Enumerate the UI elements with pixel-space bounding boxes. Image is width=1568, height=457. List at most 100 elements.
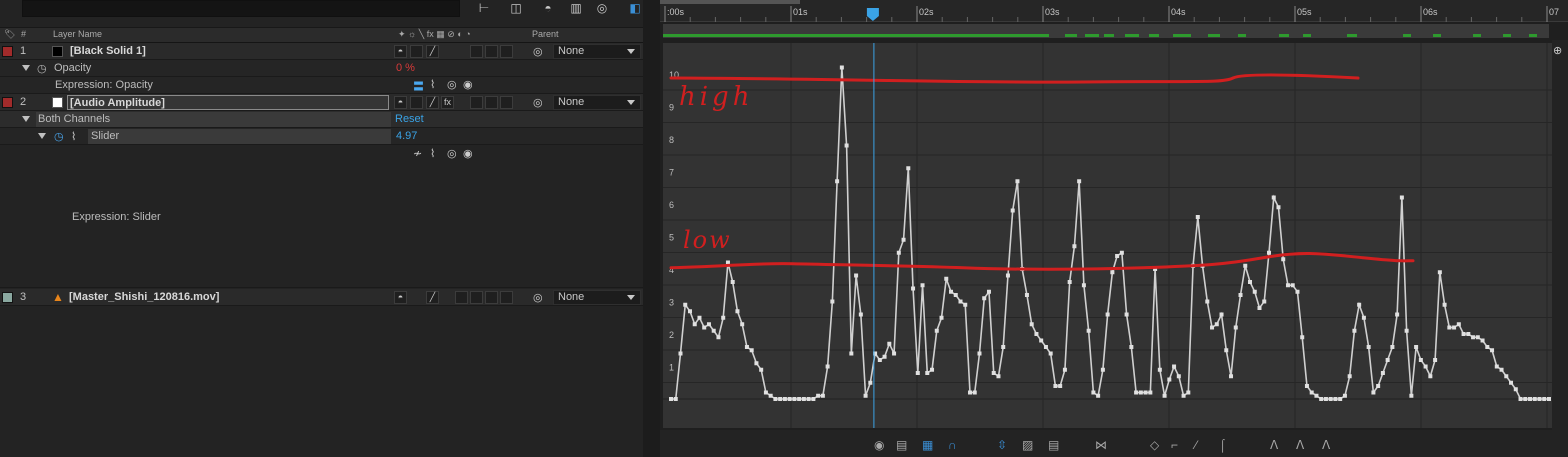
keyframe-point[interactable] <box>1295 289 1300 294</box>
keyframe-point[interactable] <box>1062 367 1067 372</box>
keyframe-point[interactable] <box>1542 397 1547 401</box>
keyframe-point[interactable] <box>1499 367 1504 372</box>
easy-ease-icon[interactable]: ᐱ <box>1270 438 1278 452</box>
keyframe-point[interactable] <box>839 65 844 70</box>
pickwhip-icon[interactable]: ◎ <box>447 78 457 91</box>
pickwhip-icon[interactable]: ◎ <box>533 96 543 109</box>
keyframe-point[interactable] <box>906 166 911 171</box>
keyframe-point[interactable] <box>1300 335 1305 340</box>
search-input[interactable] <box>22 0 460 17</box>
keyframe-point[interactable] <box>835 179 840 184</box>
keyframe-point[interactable] <box>877 358 882 362</box>
keyframe-point[interactable] <box>1532 397 1537 401</box>
shy-switch[interactable]: ◓ <box>394 45 407 58</box>
keyframe-point[interactable] <box>958 299 963 304</box>
3d-switch[interactable] <box>500 45 513 58</box>
pickwhip-icon[interactable]: ◎ <box>447 147 457 160</box>
layer-name-column-header[interactable]: Layer Name <box>53 29 102 39</box>
fit-all-icon[interactable]: ▨ <box>1022 438 1033 452</box>
label-color-swatch[interactable] <box>2 46 13 57</box>
keyframe-point[interactable] <box>1338 397 1343 401</box>
keyframe-point[interactable] <box>953 293 958 297</box>
keyframe-point[interactable] <box>1271 195 1276 200</box>
keyframe-point[interactable] <box>863 393 868 398</box>
keyframe-point[interactable] <box>901 237 906 242</box>
quality-switch[interactable]: ╱ <box>426 45 439 58</box>
keyframe-point[interactable] <box>820 393 825 398</box>
keyframe-point[interactable] <box>1347 374 1352 379</box>
keyframe-point[interactable] <box>1490 348 1495 353</box>
keyframe-point[interactable] <box>801 397 806 401</box>
language-menu-icon[interactable]: ◉ <box>463 78 473 91</box>
keyframe-point[interactable] <box>1214 322 1219 327</box>
keyframe-point[interactable] <box>849 351 854 356</box>
keyframe-point[interactable] <box>1024 293 1029 297</box>
keyframe-point[interactable] <box>868 380 873 385</box>
keyframe-point[interactable] <box>1290 283 1295 288</box>
keyframe-point[interactable] <box>1205 299 1210 304</box>
layer-name-field[interactable]: [Audio Amplitude] <box>67 95 389 110</box>
comp-flowchart-icon[interactable]: ⊢ <box>476 0 492 16</box>
keyframe-point[interactable] <box>1039 338 1044 343</box>
keyframe-point[interactable] <box>1414 345 1419 349</box>
keyframe-point[interactable] <box>1072 244 1077 249</box>
playhead-handle[interactable] <box>866 8 879 21</box>
keyframe-point[interactable] <box>669 397 673 401</box>
keyframe-point[interactable] <box>1437 270 1442 275</box>
shy-switch[interactable]: ◓ <box>394 291 407 304</box>
keyframe-point[interactable] <box>1528 397 1533 401</box>
separate-dimensions-icon[interactable]: ⋈ <box>1095 438 1107 452</box>
3d-switch[interactable] <box>500 96 513 109</box>
slider-property-row[interactable]: ◷ ⌇ Slider 4.97 <box>0 128 643 145</box>
keyframe-point[interactable] <box>673 397 678 401</box>
keyframe-point[interactable] <box>744 345 749 349</box>
keyframe-point[interactable] <box>1399 195 1404 200</box>
keyframe-point[interactable] <box>740 322 745 327</box>
keyframe-point[interactable] <box>1029 322 1034 327</box>
keyframe-point[interactable] <box>939 315 944 320</box>
keyframe-point[interactable] <box>1081 283 1086 288</box>
keyframe-point[interactable] <box>749 348 754 353</box>
graph-editor-icon[interactable]: ◧ <box>627 0 643 16</box>
keyframe-point[interactable] <box>1390 345 1395 349</box>
auto-bezier-icon[interactable]: ⌠ <box>1219 438 1226 452</box>
both-channels-row[interactable]: Both Channels Reset <box>0 111 643 128</box>
pin-icon[interactable]: ⊕ <box>1553 44 1562 57</box>
keyframe-point[interactable] <box>1067 280 1072 284</box>
quality-switch[interactable]: ╱ <box>426 291 439 304</box>
keyframe-point[interactable] <box>1319 397 1324 401</box>
keyframe-point[interactable] <box>1475 335 1480 340</box>
adjustment-switch[interactable] <box>485 96 498 109</box>
keyframe-point[interactable] <box>825 364 830 369</box>
keyframe-point[interactable] <box>1447 325 1452 330</box>
keyframe-point[interactable] <box>1314 393 1319 398</box>
keyframe-point[interactable] <box>1285 283 1290 288</box>
keyframe-point[interactable] <box>1352 328 1357 333</box>
keyframe-point[interactable] <box>1129 345 1134 349</box>
shy-switch[interactable]: ◓ <box>394 96 407 109</box>
layer-row-3[interactable]: 3 ▲ [Master_Shishi_120816.mov] ◓ ╱ ◎ Non… <box>0 289 643 306</box>
keyframe-point[interactable] <box>1157 367 1162 372</box>
keyframe-point[interactable] <box>930 367 935 372</box>
keyframe-point[interactable] <box>1395 312 1400 317</box>
graph-area[interactable]: 10 9 8 7 6 5 4 3 2 1 high low <box>663 43 1552 428</box>
keyframe-point[interactable] <box>1091 390 1096 395</box>
keyframe-point[interactable] <box>759 367 764 372</box>
hold-icon[interactable]: ⌐ <box>1171 438 1178 452</box>
keyframe-point[interactable] <box>1053 384 1058 388</box>
keyframe-icon[interactable]: ◇ <box>1150 438 1159 452</box>
keyframe-point[interactable] <box>697 315 702 320</box>
keyframe-point[interactable] <box>1304 384 1309 388</box>
keyframe-point[interactable] <box>797 397 802 401</box>
keyframe-point[interactable] <box>1328 397 1333 401</box>
collapse-switch[interactable] <box>410 96 423 109</box>
keyframe-point[interactable] <box>977 351 982 356</box>
keyframe-point[interactable] <box>1471 335 1476 340</box>
keyframe-point[interactable] <box>683 302 688 307</box>
keyframe-point[interactable] <box>811 397 816 401</box>
keyframe-point[interactable] <box>1323 397 1328 401</box>
keyframe-point[interactable] <box>1138 390 1143 395</box>
value-graph[interactable]: 10987654321highlow <box>663 43 1552 428</box>
parent-column-header[interactable]: Parent <box>532 29 559 39</box>
keyframe-point[interactable] <box>730 280 735 284</box>
